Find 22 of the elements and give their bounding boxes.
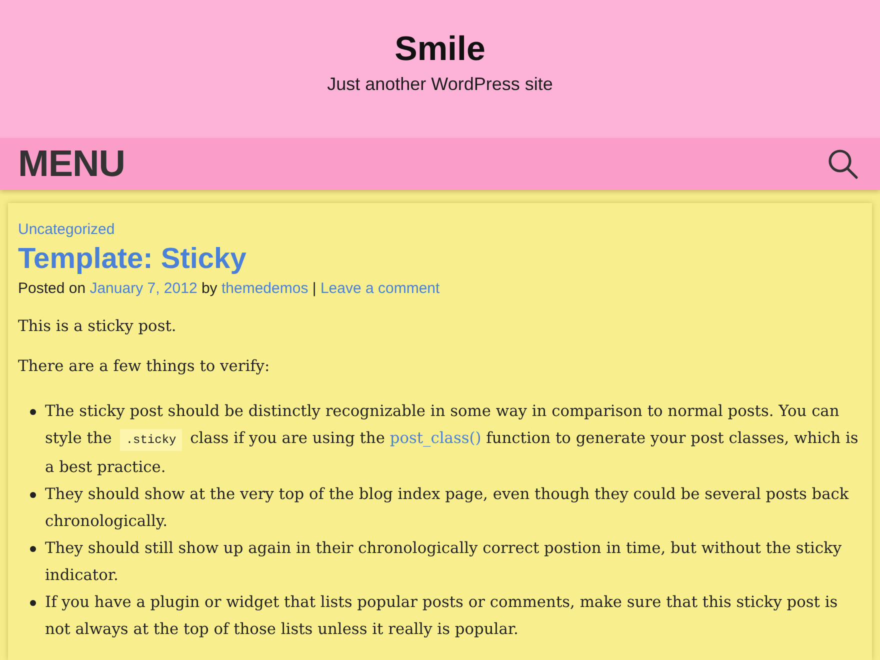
bullet-icon <box>30 409 36 415</box>
site-tagline: Just another WordPress site <box>327 73 553 96</box>
search-icon[interactable] <box>827 148 859 180</box>
meta-link[interactable]: Leave a comment <box>320 280 440 297</box>
site-title[interactable]: Smile <box>394 29 486 69</box>
list-item-text: They should still show up again in their chronologically correct postion in time, but without the sticky indicator. <box>45 538 843 586</box>
menu-button[interactable]: MENU <box>18 143 125 185</box>
bullet-icon <box>30 546 36 552</box>
text-link[interactable]: post_class() <box>390 429 482 447</box>
meta-link[interactable]: themedemos <box>221 280 308 297</box>
category-link[interactable]: Uncategorized <box>18 221 115 239</box>
list-item-text: If you have a plugin or widget that lists popular posts or comments, make sure that this sticky post is not always at the top of those lists unless it really is popular. <box>45 592 839 640</box>
post-title[interactable]: Template: Sticky <box>18 241 246 277</box>
meta-link[interactable]: January 7, 2012 <box>90 280 198 297</box>
bullet-icon <box>30 600 36 606</box>
post-paragraph: There are a few things to verify: <box>18 356 271 377</box>
list-item-text: The sticky post should be distinctly recognizable in some way in comparison to normal posts. You can style the .sticky class if you are using the post_class() function to generate your post classes, which is a best practice. <box>45 401 860 478</box>
bullet-icon <box>30 492 36 498</box>
post-paragraph: This is a sticky post. <box>18 316 178 337</box>
inline-code: .sticky <box>120 429 182 451</box>
list-item-text: They should show at the very top of the blog index page, even though they could be several posts back chronologically. <box>45 484 850 532</box>
post-meta: Posted on January 7, 2012 by themedemos | Leave a comment <box>18 279 441 299</box>
